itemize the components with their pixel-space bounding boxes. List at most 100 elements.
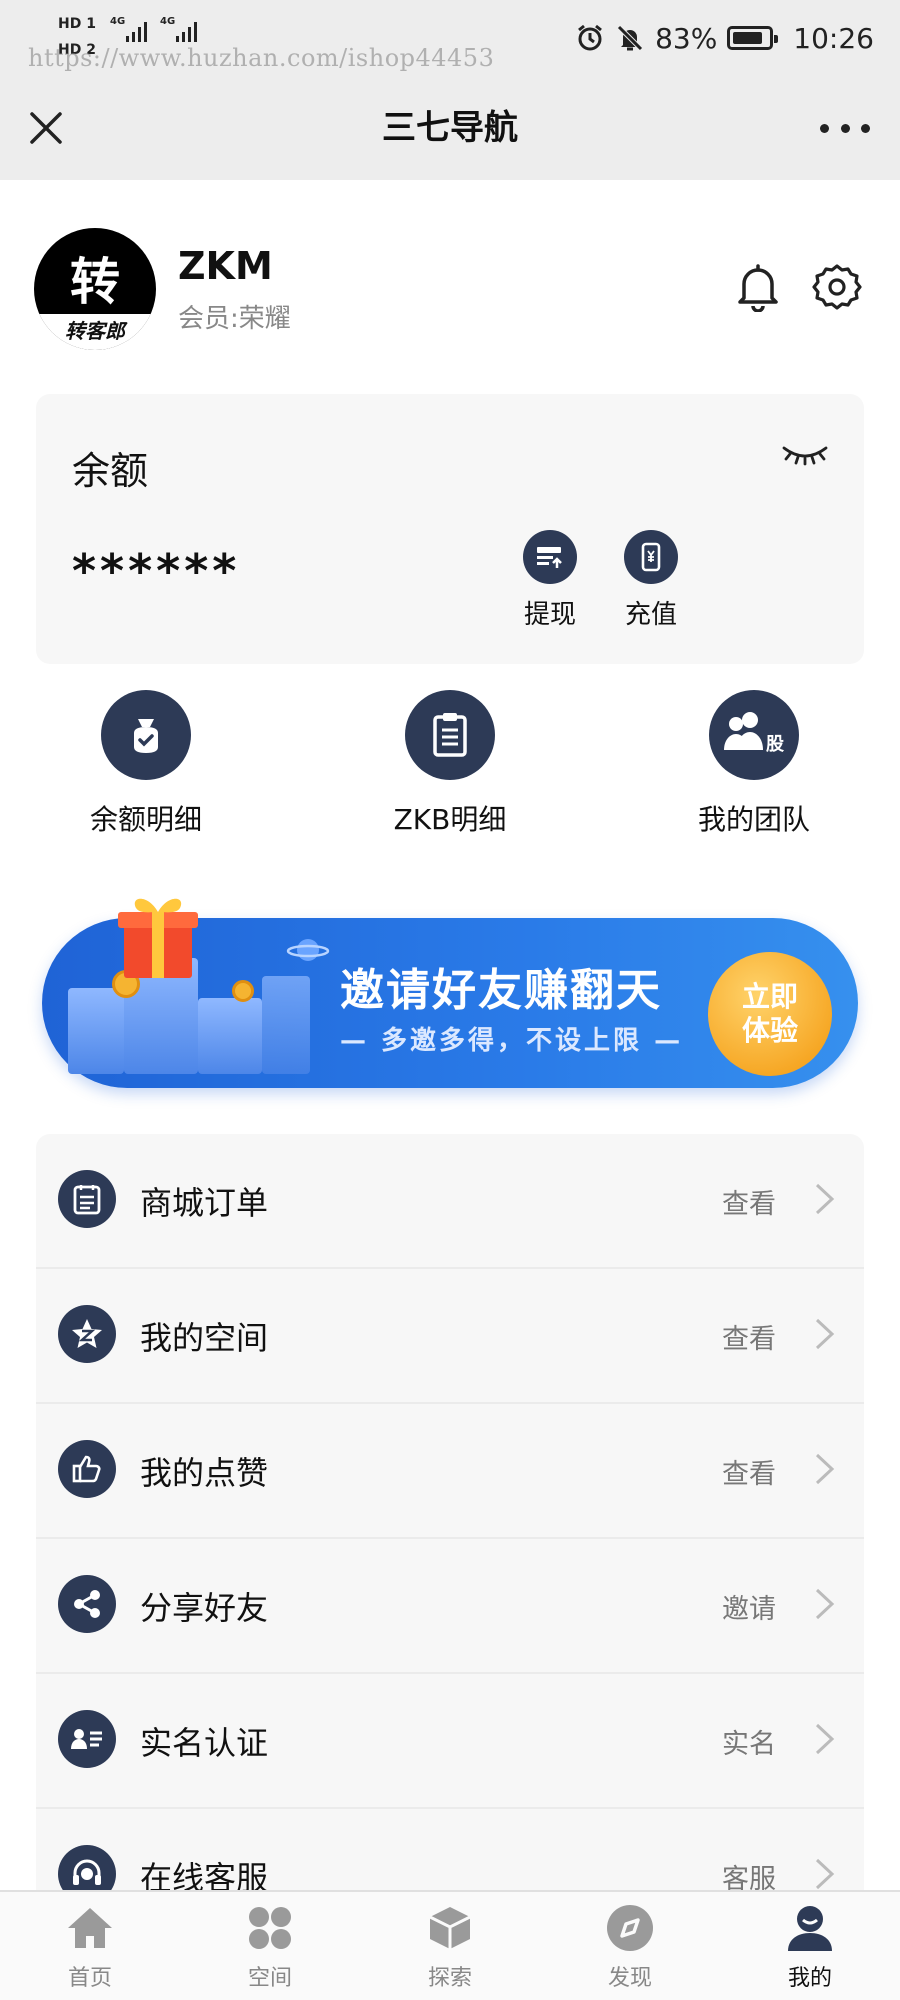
nav-label: 探索 [427,1966,472,1991]
nav-space[interactable]: 空间 [210,1902,330,1992]
menu-item-label: 我的点赞 [140,1454,269,1492]
settings-button[interactable] [812,262,862,312]
balance-title: 余额 [72,449,149,493]
menu-item-label: 实名认证 [140,1724,269,1762]
nav-label: 空间 [247,1966,292,1991]
team-icon: 股 [709,690,799,780]
cube-icon [424,1902,476,1954]
try-now-line1: 立即 [741,980,798,1013]
profile-header: 转 转客郎 ZKM 会员:荣耀 [0,180,900,380]
balance-detail-label: 余额明细 [89,803,202,836]
menu-item-label: 分享好友 [140,1589,269,1627]
toggle-balance-visibility[interactable] [780,442,830,468]
bell-icon [738,264,778,313]
clipboard-icon [405,690,495,780]
username: ZKM [178,244,273,288]
avatar-logo-mark: 转 [70,252,120,311]
avatar-logo-text: 转客郎 [34,314,156,350]
nav-discover[interactable]: 发现 [570,1902,690,1992]
menu-item-real-name[interactable]: 实名认证 实名 [36,1674,864,1809]
menu-item-action: 邀请 [722,1594,776,1625]
sim2-network-type: 4G [160,16,176,27]
team-badge: 股 [765,734,785,755]
coin-icon [232,980,254,1002]
withdraw-label: 提现 [523,600,576,630]
signal-icon [176,20,202,42]
nav-mine[interactable]: 我的 [750,1902,870,1992]
banner-building-art [198,998,262,1074]
menu-item-action: 查看 [722,1324,776,1355]
battery-percent: 83% [655,21,718,55]
watermark: https://www.huzhan.com/ishop44453 [28,44,495,72]
battery-icon [727,26,779,50]
signal-icon [126,20,152,42]
menu-item-action: 查看 [722,1459,776,1490]
more-button[interactable] [820,116,870,140]
avatar[interactable]: 转 转客郎 [34,228,156,350]
menu-item-action: 客服 [722,1864,776,1894]
try-now-button[interactable]: 立即 体验 [708,952,832,1076]
menu-item-label: 在线客服 [140,1859,269,1894]
space-icon [58,1305,116,1363]
recharge-button[interactable]: 充值 [611,530,691,631]
banner-building-art [262,976,310,1074]
thumbs-up-icon [58,1440,116,1498]
gear-icon [812,264,862,310]
zkb-detail-link[interactable]: ZKB明细 [340,690,560,838]
money-bag-icon [101,690,191,780]
planet-icon [286,939,330,961]
share-icon [58,1575,116,1633]
zkb-detail-label: ZKB明细 [393,803,507,836]
balance-card: 余额 ****** 提现 充值 [36,394,864,664]
page-title: 三七导航 [382,108,518,148]
nav-home[interactable]: 首页 [30,1902,150,1992]
menu-item-action: 查看 [722,1189,776,1220]
order-icon [58,1170,116,1228]
banner-subtitle: — 多邀多得，不设上限 — [340,1026,684,1056]
nav-explore[interactable]: 探索 [390,1902,510,1992]
withdraw-button[interactable]: 提现 [510,530,590,631]
chevron-right-icon [815,1858,835,1890]
banner-title: 邀请好友赚翻天 [340,965,662,1016]
grid-icon [244,1902,296,1954]
menu-item-share-friends[interactable]: 分享好友 邀请 [36,1539,864,1674]
user-icon [784,1902,836,1954]
id-card-icon [58,1710,116,1768]
gift-icon [110,888,206,980]
withdraw-icon [523,530,577,584]
nav-label: 我的 [787,1966,832,1991]
recharge-label: 充值 [624,600,677,630]
notifications-button[interactable] [734,262,782,313]
member-level: 会员:荣耀 [178,304,291,334]
balance-detail-link[interactable]: 余额明细 [36,690,256,838]
menu-item-label: 商城订单 [140,1184,269,1222]
quick-links: 余额明细 ZKB明细 股 我的团队 [36,690,864,850]
chevron-right-icon [815,1318,835,1350]
my-team-label: 我的团队 [697,803,810,836]
home-icon [64,1902,116,1954]
menu-item-my-likes[interactable]: 我的点赞 查看 [36,1404,864,1539]
eye-closed-icon [782,446,828,466]
banner-building-art [68,988,124,1074]
menu-item-my-space[interactable]: 我的空间 查看 [36,1269,864,1404]
title-bar: 三七导航 [0,76,900,180]
menu-list: 商城订单 查看 我的空间 查看 我的点赞 查看 分享好友 邀请 实名认证 实名 [36,1134,864,1894]
try-now-line2: 体验 [741,1014,798,1047]
chevron-right-icon [815,1723,835,1755]
balance-value: ****** [72,544,241,598]
mute-icon [617,25,643,51]
bottom-nav: 首页 空间 探索 发现 我的 [0,1890,900,2000]
recharge-icon [624,530,678,584]
alarm-icon [578,24,602,51]
chevron-right-icon [815,1453,835,1485]
my-team-link[interactable]: 股 我的团队 [644,690,864,838]
nav-label: 发现 [607,1966,652,1991]
menu-item-online-service[interactable]: 在线客服 客服 [36,1809,864,1894]
more-icon [820,123,829,133]
sim1-label: HD 1 [58,16,96,32]
compass-icon [604,1902,656,1954]
menu-item-mall-orders[interactable]: 商城订单 查看 [36,1134,864,1269]
nav-label: 首页 [67,1966,112,1991]
chevron-right-icon [815,1588,835,1620]
status-bar: HD 1 HD 2 4G 4G https://www.huzhan.com/i… [0,0,900,76]
